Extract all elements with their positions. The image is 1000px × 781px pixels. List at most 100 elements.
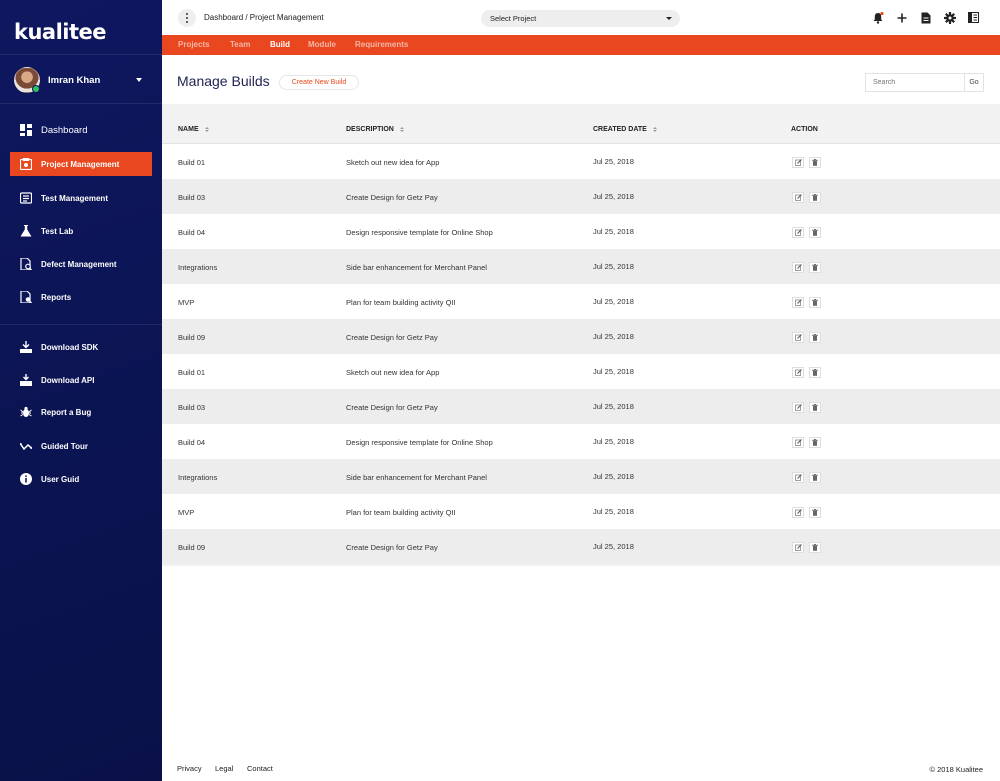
- table-row: Build 03 Create Design for Getz Pay Jul 25…: [162, 179, 1000, 214]
- delete-icon[interactable]: [809, 332, 821, 343]
- tab-team[interactable]: Team: [230, 40, 250, 49]
- cell-name: Build 09: [178, 333, 206, 342]
- create-new-build-button[interactable]: Create New Build: [279, 75, 359, 90]
- cell-name: Build 03: [178, 403, 206, 412]
- cell-description: Plan for team building activity QII: [346, 298, 456, 307]
- sidebar-item-download-sdk[interactable]: Download SDK: [10, 335, 152, 359]
- cell-description: Design responsive template for Online Sh…: [346, 438, 493, 447]
- edit-icon[interactable]: [792, 332, 804, 343]
- add-icon[interactable]: [895, 11, 908, 24]
- tab-build[interactable]: Build: [270, 40, 290, 49]
- edit-icon[interactable]: [792, 507, 804, 518]
- chevron-down-icon: [666, 17, 672, 20]
- reports-icon: [20, 291, 32, 303]
- edit-icon[interactable]: [792, 192, 804, 203]
- sidebar-item-test-management[interactable]: Test Management: [10, 186, 152, 210]
- sidebar-item-test-lab[interactable]: Test Lab: [10, 219, 152, 243]
- project-select[interactable]: Select Project: [481, 10, 680, 27]
- user-menu[interactable]: Imran Khan: [14, 67, 148, 93]
- sidebar-item-reports[interactable]: Reports: [10, 285, 152, 309]
- search-input[interactable]: [865, 73, 964, 92]
- sidebar-item-label: Dashboard: [41, 124, 88, 136]
- sidebar-item-defect-management[interactable]: Defect Management: [10, 252, 152, 276]
- builds-table: NAME DESCRIPTION CREATED DATE ACTION Bui…: [162, 104, 1000, 566]
- sidebar-item-project-management[interactable]: Project Management: [10, 152, 152, 176]
- bug-icon: [20, 406, 32, 418]
- sort-icon[interactable]: [652, 127, 657, 132]
- column-header-action: ACTION: [791, 126, 818, 133]
- sidebar-item-label: User Guid: [41, 474, 80, 484]
- cell-created-date: Jul 25, 2018: [593, 192, 634, 201]
- top-bar: Dashboard / Project Management Select Pr…: [162, 0, 1000, 35]
- footer-link-legal[interactable]: Legal: [215, 764, 233, 773]
- column-header-description[interactable]: DESCRIPTION: [346, 126, 404, 133]
- delete-icon[interactable]: [809, 437, 821, 448]
- cell-created-date: Jul 25, 2018: [593, 297, 634, 306]
- cell-created-date: Jul 25, 2018: [593, 332, 634, 341]
- cell-created-date: Jul 25, 2018: [593, 367, 634, 376]
- gear-icon[interactable]: [943, 11, 956, 24]
- sidebar-item-label: Reports: [41, 292, 72, 302]
- delete-icon[interactable]: [809, 402, 821, 413]
- column-header-label: ACTION: [791, 126, 818, 133]
- delete-icon[interactable]: [809, 192, 821, 203]
- sidebar-item-report-a-bug[interactable]: Report a Bug: [10, 400, 152, 424]
- delete-icon[interactable]: [809, 367, 821, 378]
- logo-text: kualitee: [14, 20, 107, 44]
- column-header-label: NAME: [178, 126, 199, 133]
- edit-icon[interactable]: [792, 542, 804, 553]
- delete-icon[interactable]: [809, 262, 821, 273]
- download-api-icon: [20, 374, 32, 386]
- column-header-label: CREATED DATE: [593, 126, 647, 133]
- sidebar-item-dashboard[interactable]: Dashboard: [10, 118, 152, 142]
- sidebar-item-label: Download SDK: [41, 342, 99, 352]
- chevron-down-icon[interactable]: [136, 78, 142, 82]
- edit-icon[interactable]: [792, 437, 804, 448]
- edit-icon[interactable]: [792, 262, 804, 273]
- delete-icon[interactable]: [809, 472, 821, 483]
- panel-toggle-icon[interactable]: [967, 11, 980, 24]
- edit-icon[interactable]: [792, 157, 804, 168]
- sidebar-item-label: Report a Bug: [41, 407, 92, 417]
- sort-icon[interactable]: [204, 127, 209, 132]
- cell-created-date: Jul 25, 2018: [593, 402, 634, 411]
- online-status-dot: [32, 85, 40, 93]
- cell-name: MVP: [178, 508, 195, 517]
- go-button[interactable]: Go: [964, 73, 984, 92]
- sidebar-item-label: Defect Management: [41, 259, 117, 269]
- delete-icon[interactable]: [809, 542, 821, 553]
- delete-icon[interactable]: [809, 227, 821, 238]
- sidebar-item-guided-tour[interactable]: Guided Tour: [10, 434, 152, 458]
- footer-link-privacy[interactable]: Privacy: [177, 764, 202, 773]
- edit-icon[interactable]: [792, 227, 804, 238]
- more-options-icon[interactable]: [178, 9, 196, 27]
- edit-icon[interactable]: [792, 297, 804, 308]
- tour-icon: [20, 440, 32, 452]
- sidebar-item-download-api[interactable]: Download API: [10, 368, 152, 392]
- logo[interactable]: kualitee: [14, 20, 107, 44]
- page-title: Manage Builds: [177, 73, 270, 89]
- notification-bell-icon[interactable]: [871, 11, 884, 24]
- edit-icon[interactable]: [792, 367, 804, 378]
- delete-icon[interactable]: [809, 297, 821, 308]
- divider: [0, 324, 162, 325]
- sidebar-item-user-guide[interactable]: User Guid: [10, 467, 152, 491]
- tab-module[interactable]: Module: [308, 40, 336, 49]
- cell-created-date: Jul 25, 2018: [593, 262, 634, 271]
- cell-description: Sketch out new idea for App: [346, 158, 440, 167]
- edit-icon[interactable]: [792, 472, 804, 483]
- edit-icon[interactable]: [792, 402, 804, 413]
- document-icon[interactable]: [919, 11, 932, 24]
- avatar: [14, 67, 40, 93]
- sidebar-item-label: Project Management: [41, 159, 120, 169]
- cell-description: Side bar enhancement for Merchant Panel: [346, 263, 487, 272]
- column-header-name[interactable]: NAME: [178, 126, 209, 133]
- tab-projects[interactable]: Projects: [178, 40, 210, 49]
- table-row: Build 03 Create Design for Getz Pay Jul 25…: [162, 389, 1000, 424]
- delete-icon[interactable]: [809, 507, 821, 518]
- footer-link-contact[interactable]: Contact: [247, 764, 273, 773]
- column-header-created-date[interactable]: CREATED DATE: [593, 126, 657, 133]
- delete-icon[interactable]: [809, 157, 821, 168]
- tab-requirements[interactable]: Requirements: [355, 40, 408, 49]
- sort-icon[interactable]: [399, 127, 404, 132]
